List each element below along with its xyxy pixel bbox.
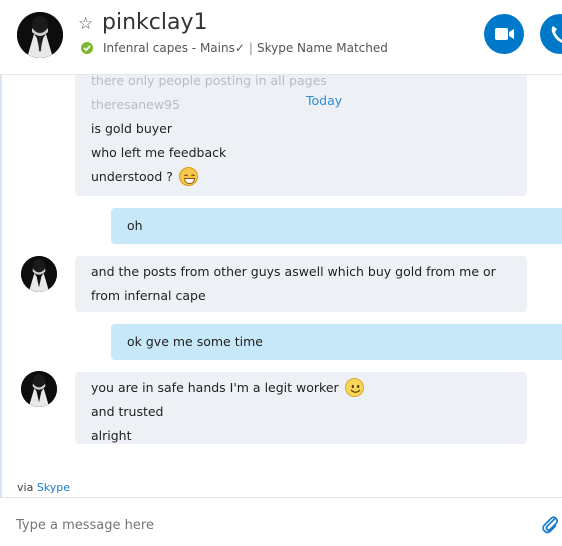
message-bubble-incoming[interactable]: you are in safe hands I'm a legit worker… <box>75 372 527 444</box>
contact-avatar[interactable] <box>17 12 63 58</box>
message-line: ok gve me some time <box>127 334 263 349</box>
favorite-star-icon[interactable]: ☆ <box>78 14 93 34</box>
date-separator-today: Today <box>306 93 343 108</box>
message-line: there only people posting in all pages <box>91 75 327 88</box>
mood-line: Infenral capes - Mains✓ | Skype Name Match… <box>103 41 388 56</box>
message-composer <box>0 497 562 546</box>
message-line: oh <box>127 218 143 233</box>
sender-avatar[interactable] <box>21 256 57 292</box>
mood-separator: | <box>248 41 253 55</box>
skype-name-status: Skype Name Matched <box>256 41 388 55</box>
audio-call-button[interactable] <box>540 14 562 54</box>
message-line: and trusted <box>91 404 164 419</box>
message-text: you are in safe hands I'm a legit worker <box>91 380 339 395</box>
skype-link[interactable]: Skype <box>37 481 70 494</box>
message-bubble-incoming[interactable]: and the posts from other guys aswell whi… <box>75 256 527 312</box>
message-line: who left me feedback <box>91 145 227 160</box>
mood-message: Infenral capes - Mains✓ <box>103 41 245 55</box>
video-call-button[interactable] <box>484 14 524 54</box>
message-bubble-outgoing[interactable]: ok gve me some time <box>111 324 562 360</box>
smile-emoji-icon <box>344 378 364 397</box>
message-input[interactable] <box>16 518 516 533</box>
conversation-area[interactable]: there only people posting in all pages t… <box>0 75 562 470</box>
phone-icon <box>551 26 562 43</box>
contact-name[interactable]: pinkclay1 <box>102 10 207 36</box>
message-bubble-outgoing[interactable]: oh <box>111 208 562 244</box>
message-line: and the posts from other guys aswell whi… <box>91 264 496 279</box>
message-text: understood ? <box>91 169 173 184</box>
message-line: is gold buyer <box>91 121 173 136</box>
message-line: you are in safe hands I'm a legit worker <box>91 376 527 400</box>
via-prefix: via <box>17 481 34 494</box>
message-bubble-incoming[interactable]: there only people posting in all pages t… <box>75 75 527 196</box>
message-line: understood ? <box>91 165 527 189</box>
via-skype-label: via Skype <box>17 481 70 494</box>
paperclip-icon[interactable] <box>541 514 559 534</box>
sender-avatar[interactable] <box>21 371 57 407</box>
chat-header: ☆ pinkclay1 Infenral capes - Mains✓ | Skyp… <box>0 0 562 75</box>
video-camera-icon <box>495 28 514 40</box>
online-status-icon <box>81 42 93 54</box>
grin-emoji-icon <box>178 167 198 186</box>
message-line: alright <box>91 428 132 443</box>
message-line: from infernal cape <box>91 288 206 303</box>
